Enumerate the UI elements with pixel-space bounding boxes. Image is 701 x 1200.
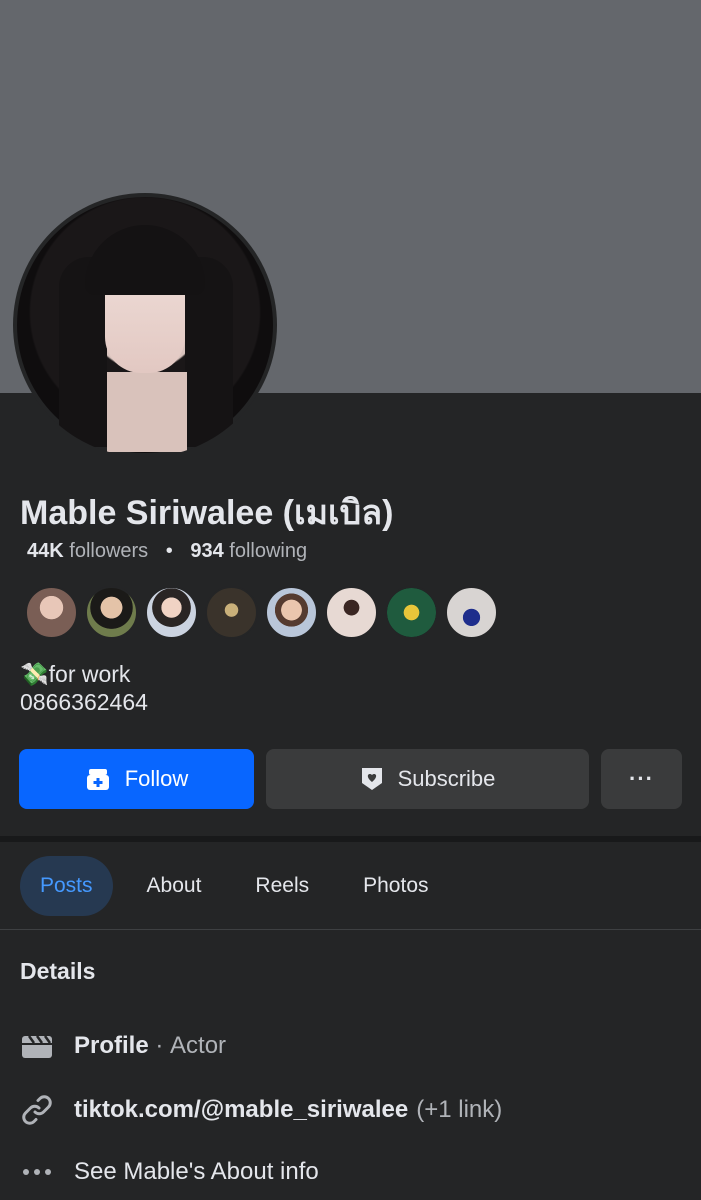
subscribe-button[interactable]: Subscribe	[266, 749, 589, 809]
tabs-divider	[0, 929, 701, 930]
section-divider	[0, 836, 701, 842]
friend-avatar[interactable]	[145, 586, 198, 639]
tab-reels[interactable]: Reels	[221, 856, 329, 916]
avatar-image	[17, 197, 273, 453]
ellipsis-icon	[20, 1155, 54, 1189]
tab-posts[interactable]: Posts	[20, 856, 113, 916]
more-options-button[interactable]: ···	[601, 749, 682, 809]
heart-badge-icon	[361, 768, 382, 790]
profile-separator: ·	[148, 1032, 171, 1059]
friend-avatar[interactable]	[205, 586, 258, 639]
friend-avatar[interactable]	[25, 586, 78, 639]
about-info-link[interactable]: See Mable's About info	[74, 1158, 319, 1186]
bio-line: 💸for work	[20, 661, 131, 687]
link-icon	[20, 1093, 54, 1127]
subscribe-label: Subscribe	[397, 766, 496, 791]
follow-label: Follow	[124, 766, 189, 791]
friend-avatar[interactable]	[445, 586, 498, 639]
following-count[interactable]: 934	[190, 540, 223, 562]
followers-label[interactable]: followers	[69, 540, 148, 562]
bio: 💸for work 0866362464	[20, 660, 148, 716]
tab-photos[interactable]: Photos	[329, 856, 448, 916]
about-info-row[interactable]: See Mable's About info	[20, 1155, 319, 1189]
following-label[interactable]: following	[229, 540, 307, 562]
follow-icon	[86, 769, 109, 790]
friends-avatars	[25, 586, 498, 639]
follow-button[interactable]: Follow	[19, 749, 254, 809]
bio-phone[interactable]: 0866362464	[20, 688, 148, 716]
friend-avatar[interactable]	[325, 586, 378, 639]
stats-separator: •	[165, 540, 173, 562]
profile-name: Mable Siriwalee (เมเบิล)	[20, 494, 394, 532]
tab-about[interactable]: About	[127, 856, 222, 916]
tiktok-link[interactable]: tiktok.com/@mable_siriwalee	[74, 1096, 408, 1124]
friend-avatar[interactable]	[265, 586, 318, 639]
profile-category-row: Profile · Actor	[20, 1029, 226, 1063]
follow-stats: 44K followers • 934 following	[27, 540, 307, 563]
profile-category: Actor	[170, 1032, 227, 1059]
details-title: Details	[20, 958, 96, 984]
friend-avatar[interactable]	[85, 586, 138, 639]
followers-count[interactable]: 44K	[27, 540, 64, 562]
friend-avatar[interactable]	[385, 586, 438, 639]
profile-label: Profile	[74, 1032, 149, 1059]
profile-tabs: Posts About Reels Photos	[20, 856, 449, 916]
clapperboard-icon	[20, 1029, 54, 1063]
extra-links[interactable]: (+1 link)	[416, 1096, 502, 1124]
more-icon: ···	[629, 766, 654, 791]
link-row[interactable]: tiktok.com/@mable_siriwalee (+1 link)	[20, 1093, 502, 1127]
profile-avatar[interactable]	[13, 193, 277, 457]
